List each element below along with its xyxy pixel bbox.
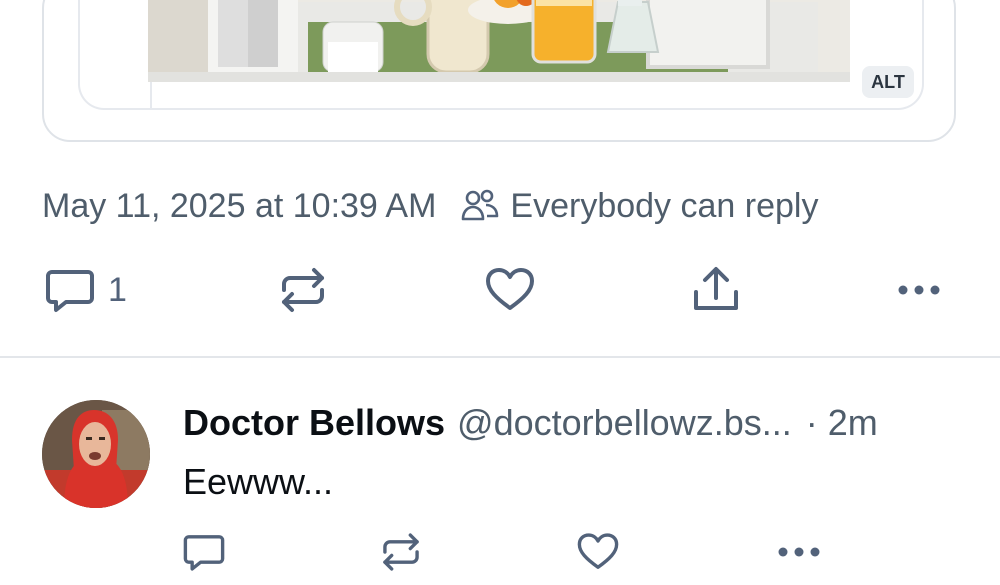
- post-actions: 1: [0, 258, 1000, 322]
- post-timestamp[interactable]: May 11, 2025 at 10:39 AM: [42, 187, 436, 226]
- reply-repost-button[interactable]: [378, 530, 424, 574]
- display-name[interactable]: Doctor Bellows: [183, 402, 445, 444]
- reply-like-button[interactable]: [576, 530, 620, 574]
- share-button[interactable]: [690, 262, 742, 316]
- reply-time[interactable]: · 2m: [806, 402, 878, 444]
- thread-divider: [0, 356, 1000, 358]
- repost-arrows-icon: [378, 530, 424, 574]
- more-dots-icon: [776, 542, 822, 562]
- reply-actions: [0, 528, 1000, 578]
- post-image[interactable]: [148, 0, 850, 82]
- reply-header: Doctor Bellows @doctorbellowz.bs... · 2m: [183, 400, 983, 446]
- breakfast-tray-image: [148, 0, 850, 82]
- heart-icon: [576, 530, 620, 574]
- quoted-post-card[interactable]: ALT: [42, 0, 956, 142]
- alt-label: ALT: [871, 71, 905, 92]
- people-icon: [460, 186, 500, 226]
- alt-text-badge[interactable]: ALT: [862, 66, 914, 98]
- repost-arrows-icon: [276, 264, 330, 316]
- reply-text: Eewww...: [183, 461, 334, 502]
- more-button[interactable]: [896, 280, 942, 300]
- speech-bubble-icon: [44, 264, 96, 316]
- heart-icon: [484, 264, 536, 316]
- reply-reply-button[interactable]: [182, 530, 226, 574]
- more-dots-icon: [896, 280, 942, 300]
- reply-button[interactable]: 1: [44, 264, 127, 316]
- reply-count: 1: [108, 270, 127, 309]
- repost-button[interactable]: [276, 264, 330, 316]
- reply-setting-label[interactable]: Everybody can reply: [510, 187, 818, 226]
- speech-bubble-icon: [182, 530, 226, 574]
- avatar[interactable]: [42, 400, 150, 508]
- like-button[interactable]: [484, 264, 536, 316]
- post-meta: May 11, 2025 at 10:39 AM Everybody can r…: [42, 185, 818, 227]
- share-upload-icon: [690, 262, 742, 316]
- reply-more-button[interactable]: [776, 542, 822, 562]
- user-handle[interactable]: @doctorbellowz.bs...: [457, 402, 792, 444]
